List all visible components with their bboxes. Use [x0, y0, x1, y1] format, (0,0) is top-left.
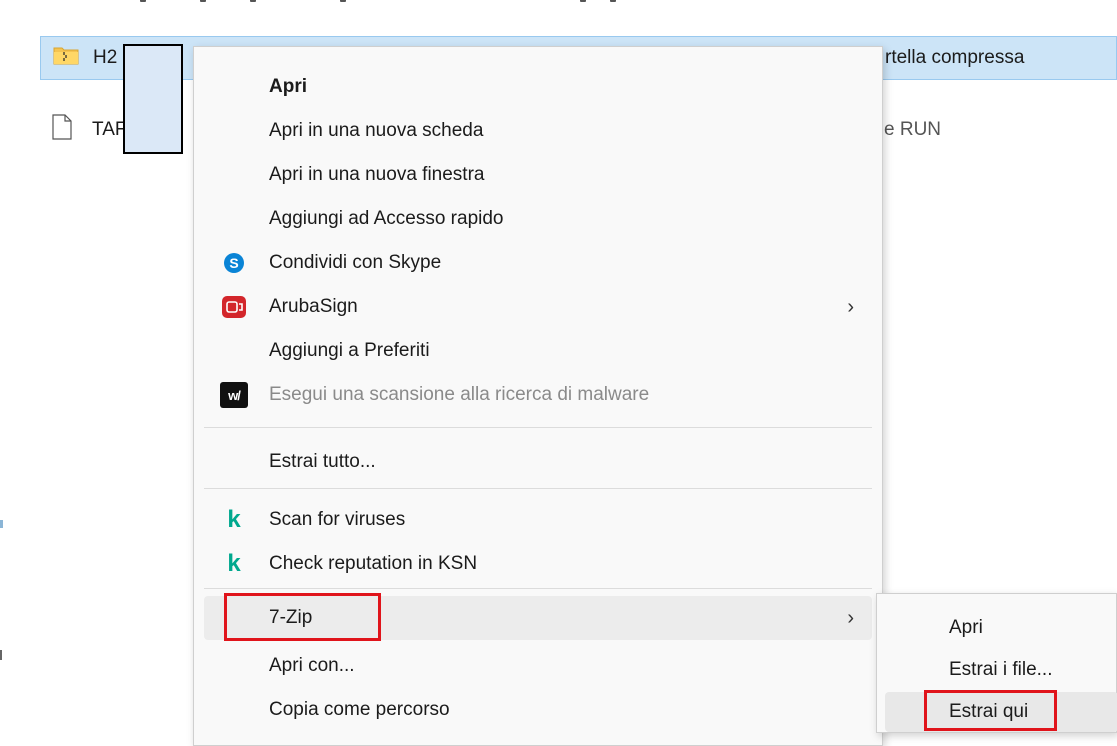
- file-name: TAF: [92, 119, 127, 140]
- menu-item-accesso-rapido[interactable]: Aggiungi ad Accesso rapido: [204, 197, 872, 241]
- menu-separator: [204, 427, 872, 428]
- menu-item-apri-nuova-scheda[interactable]: Apri in una nuova scheda: [204, 109, 872, 153]
- chevron-right-icon: ›: [847, 295, 854, 318]
- submenu-item-estrai-qui[interactable]: Estrai qui: [885, 692, 1117, 732]
- scroll-marker: [0, 520, 3, 528]
- kaspersky-glyph: k: [227, 550, 241, 577]
- menu-item-aggiungi-preferiti[interactable]: Aggiungi a Preferiti: [204, 329, 872, 373]
- file-icon: [52, 114, 72, 146]
- kaspersky-icon: k: [220, 550, 248, 578]
- kaspersky-icon: k: [220, 506, 248, 534]
- context-menu: Apri Apri in una nuova scheda Apri in un…: [193, 46, 883, 746]
- menu-item-apri-nuova-finestra[interactable]: Apri in una nuova finestra: [204, 153, 872, 197]
- submenu-item-apri[interactable]: Apri: [885, 608, 1117, 648]
- menu-item-arubasign[interactable]: ArubaSign ›: [204, 285, 872, 329]
- kaspersky-glyph: k: [227, 506, 241, 533]
- submenu-item-estrai-file[interactable]: Estrai i file...: [885, 650, 1117, 690]
- menu-item-apri[interactable]: Apri: [204, 65, 872, 109]
- scroll-marker: [0, 650, 2, 660]
- submenu-7zip: Apri Estrai i file... Estrai qui: [876, 593, 1117, 733]
- menu-item-scan-viruses[interactable]: k Scan for viruses: [204, 498, 872, 542]
- file-type-label: rtella compressa: [885, 47, 1025, 68]
- redaction-box: [123, 44, 183, 154]
- menu-item-7zip[interactable]: 7-Zip ›: [204, 596, 872, 640]
- menu-item-condividi-skype[interactable]: S Condividi con Skype: [204, 241, 872, 285]
- menu-item-apri-con[interactable]: Apri con...: [204, 644, 872, 688]
- arubasign-icon: [220, 293, 248, 321]
- malwarebytes-glyph: w/: [228, 387, 241, 403]
- skype-glyph: S: [229, 255, 239, 271]
- menu-separator: [204, 588, 872, 589]
- chevron-right-icon: ›: [847, 606, 854, 629]
- malwarebytes-icon: w/: [220, 382, 248, 408]
- zip-folder-icon: [53, 45, 79, 71]
- skype-icon: S: [220, 249, 248, 277]
- menu-item-copia-percorso[interactable]: Copia come percorso: [204, 688, 872, 732]
- menu-item-estrai-tutto[interactable]: Estrai tutto...: [204, 440, 872, 484]
- menu-separator: [204, 488, 872, 489]
- file-type-label: e RUN: [884, 119, 942, 140]
- menu-item-check-ksn[interactable]: k Check reputation in KSN: [204, 542, 872, 586]
- menu-item-scansione-malware[interactable]: w/ Esegui una scansione alla ricerca di …: [204, 373, 872, 417]
- file-name: H2: [93, 47, 118, 68]
- cut-off-row: [140, 0, 660, 12]
